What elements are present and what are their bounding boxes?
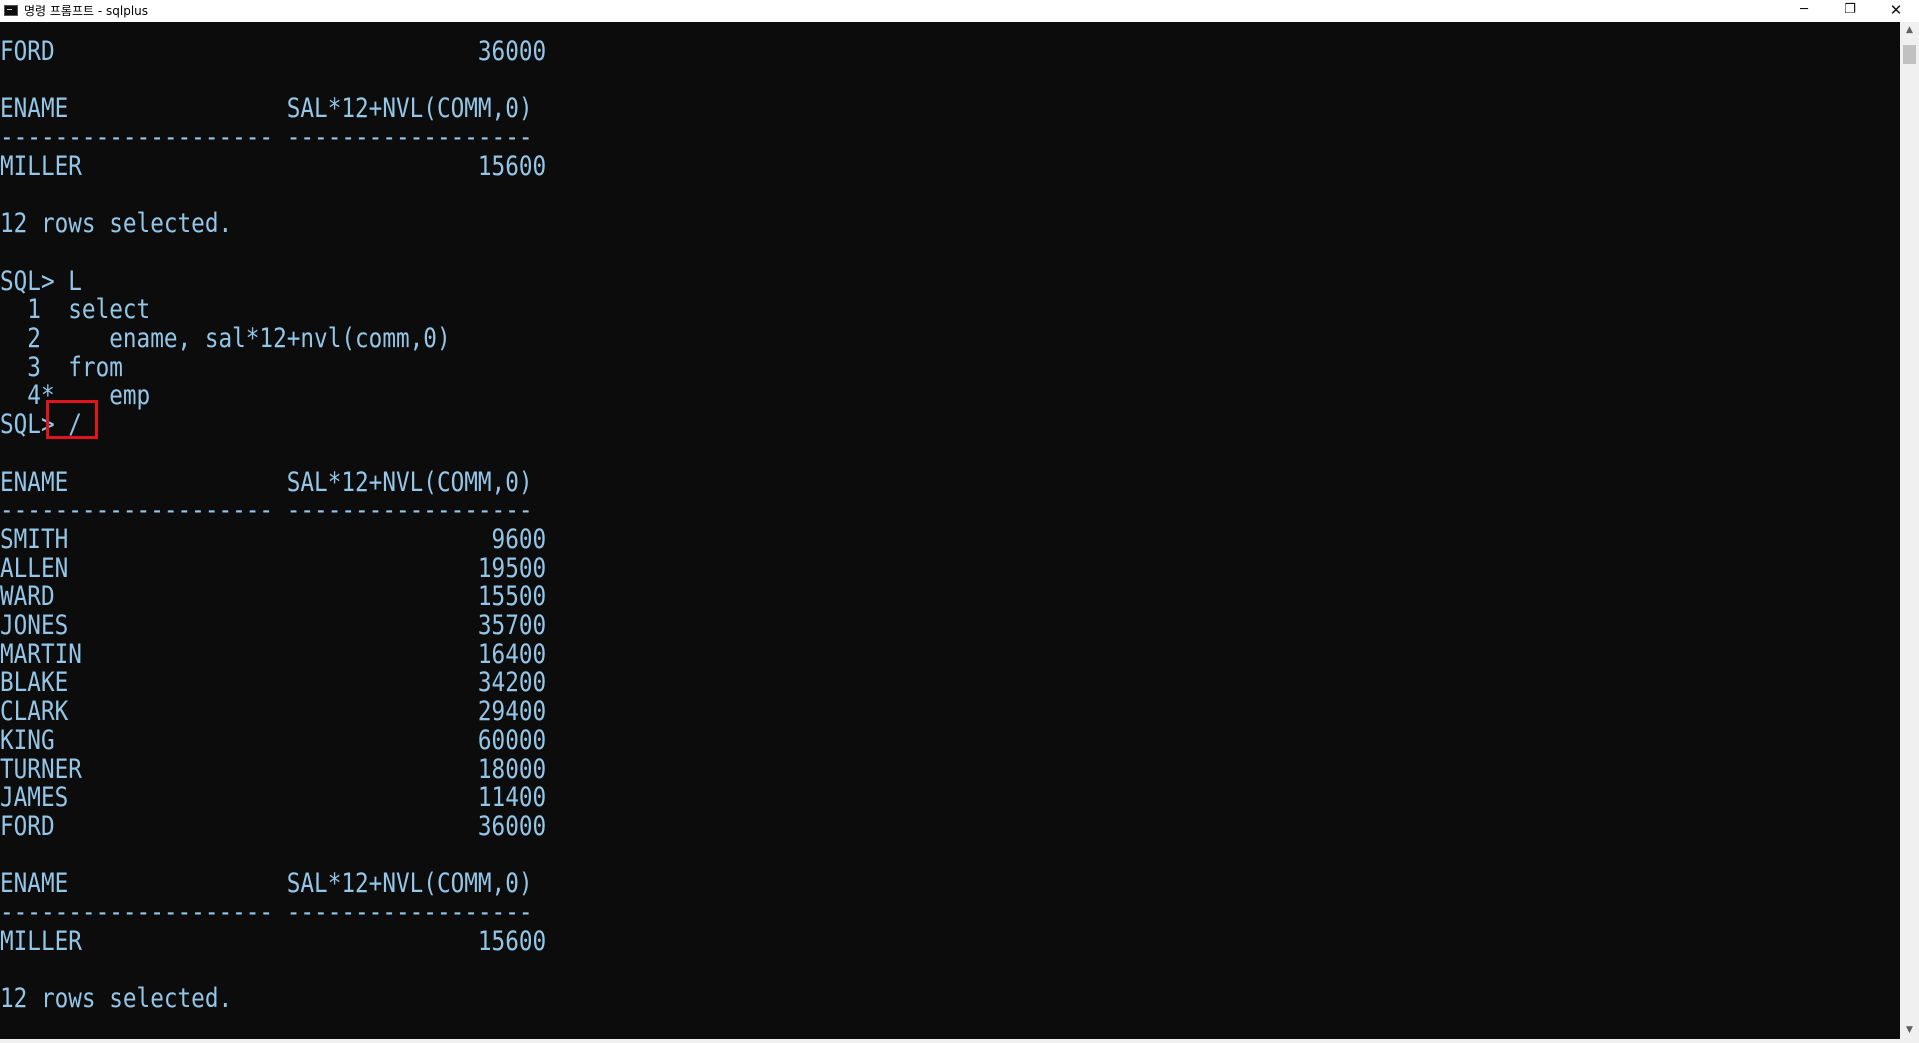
- vertical-scrollbar[interactable]: ▲ ▼: [1900, 22, 1919, 1039]
- scroll-thumb[interactable]: [1903, 45, 1916, 64]
- console-line: FORD 36000: [0, 36, 547, 67]
- console-line: ENAME SAL*12+NVL(COMM,0): [0, 466, 533, 498]
- console-output[interactable]: FORD 36000 ENAME SAL*12+NVL(COMM,0) ------…: [0, 22, 1900, 1039]
- console-line: JONES 35700: [0, 610, 547, 641]
- console-line: JAMES 11400: [0, 782, 547, 814]
- console-line: 12 rows selected.: [0, 208, 233, 240]
- console-line: -------------------- ------------------: [0, 495, 533, 527]
- title-bar[interactable]: 명령 프롬프트 - sqlplus ─ ❐ ✕: [0, 0, 1919, 22]
- console-line: 2 ename, sal*12+nvl(comm,0): [0, 323, 451, 354]
- minimize-button[interactable]: ─: [1781, 0, 1827, 22]
- console-line: ENAME SAL*12+NVL(COMM,0): [0, 93, 533, 125]
- console-line: TURNER 18000: [0, 753, 547, 785]
- console-line: 12 rows selected.: [0, 983, 233, 1015]
- console-line: ENAME SAL*12+NVL(COMM,0): [0, 868, 533, 900]
- console-line: ALLEN 19500: [0, 552, 547, 584]
- console-line: SQL> L: [0, 265, 82, 297]
- console-line: MARTIN 16400: [0, 638, 547, 670]
- console-line: -------------------- ------------------: [0, 897, 533, 928]
- highlight-annotation-box: [46, 400, 98, 439]
- scroll-up-arrow-icon[interactable]: ▲: [1900, 22, 1919, 39]
- console-line: BLAKE 34200: [0, 667, 547, 699]
- console-line: SMITH 9600: [0, 523, 547, 555]
- scroll-down-arrow-icon[interactable]: ▼: [1900, 1022, 1919, 1039]
- window-title: 명령 프롬프트 - sqlplus: [24, 4, 149, 18]
- console-line: MILLER 15600: [0, 150, 547, 182]
- console-line: KING 60000: [0, 724, 547, 756]
- console-line: CLARK 29400: [0, 696, 547, 728]
- console-line: -------------------- ------------------: [0, 122, 533, 154]
- console-app-icon: [4, 5, 18, 16]
- console-line: FORD 36000: [0, 810, 547, 842]
- console-line: MILLER 15600: [0, 925, 547, 957]
- console-line: 1 select: [0, 294, 151, 326]
- command-prompt-window: 명령 프롬프트 - sqlplus ─ ❐ ✕ FORD 36000 ENAME …: [0, 0, 1919, 1043]
- console-line: WARD 15500: [0, 581, 547, 613]
- console-line: 3 from: [0, 351, 123, 383]
- window-bottom-border: [0, 1039, 1919, 1043]
- restore-button[interactable]: ❐: [1827, 0, 1873, 22]
- close-button[interactable]: ✕: [1873, 0, 1919, 22]
